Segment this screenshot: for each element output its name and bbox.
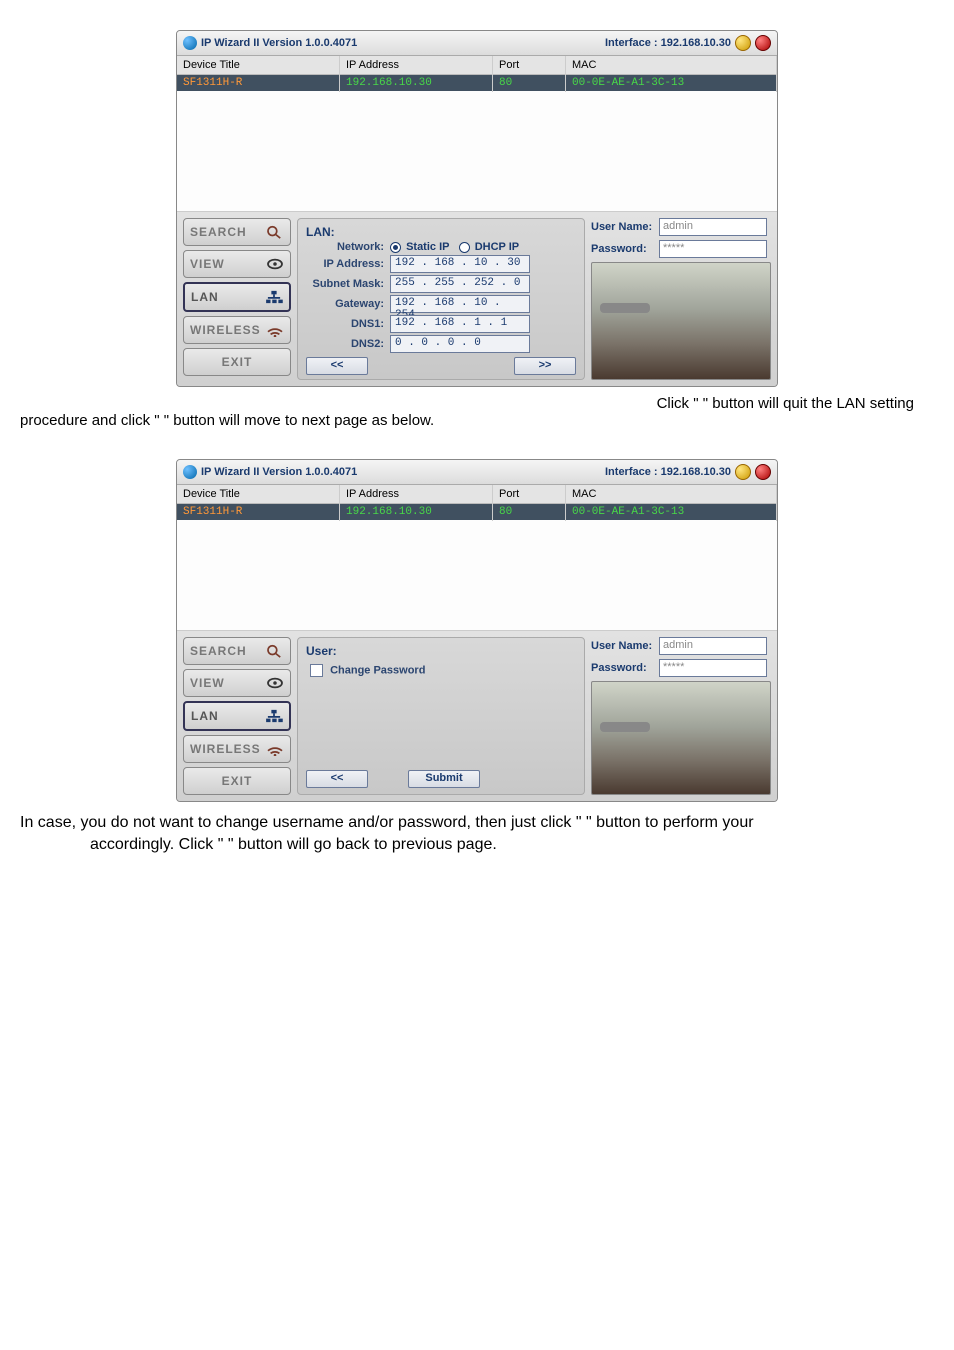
cell-ip: 192.168.10.30 — [340, 74, 493, 92]
lan-settings-panel: LAN: Network: Static IP DHCP IP IP Addre… — [297, 218, 585, 380]
password-label: Password: — [591, 662, 659, 674]
static-ip-label: Static IP — [406, 241, 449, 253]
username-label: User Name: — [591, 640, 659, 652]
col-port: Port — [493, 485, 566, 503]
minimize-icon[interactable] — [735, 464, 751, 480]
dns1-label: DNS1: — [306, 318, 390, 330]
camera-preview — [591, 681, 771, 795]
col-port: Port — [493, 56, 566, 74]
cell-title: SF1311H-R — [177, 503, 340, 521]
close-icon[interactable] — [755, 464, 771, 480]
col-mac: MAC — [566, 56, 777, 74]
cell-port: 80 — [493, 503, 566, 521]
lan-button[interactable]: LAN — [183, 282, 291, 312]
app-title: IP Wizard II Version 1.0.0.4071 — [201, 37, 357, 49]
interface-label: Interface : 192.168.10.30 — [605, 37, 731, 49]
search-button[interactable]: SEARCH — [183, 637, 291, 665]
wireless-button[interactable]: WIRELESS — [183, 735, 291, 763]
device-table-header: Device Title IP Address Port MAC — [177, 485, 777, 504]
view-button[interactable]: VIEW — [183, 669, 291, 697]
titlebar: IP Wizard II Version 1.0.0.4071 Interfac… — [177, 31, 777, 56]
footer-paragraph: In case, you do not want to change usern… — [20, 812, 914, 857]
col-device-title: Device Title — [177, 485, 340, 503]
device-table-header: Device Title IP Address Port MAC — [177, 56, 777, 75]
lan-button[interactable]: LAN — [183, 701, 291, 731]
subnet-mask-input[interactable]: 255 . 255 . 252 . 0 — [390, 275, 530, 293]
interface-label: Interface : 192.168.10.30 — [605, 466, 731, 478]
ip-address-input[interactable]: 192 . 168 . 10 . 30 — [390, 255, 530, 273]
wizard-window-user: IP Wizard II Version 1.0.0.4071 Interfac… — [176, 459, 778, 802]
minimize-icon[interactable] — [735, 35, 751, 51]
between-line-1: Click " " button will quit the LAN setti… — [20, 395, 914, 412]
next-button[interactable]: >> — [514, 357, 576, 375]
nav-column: SEARCH VIEW LAN — [183, 218, 291, 380]
nav-column: SEARCH VIEW LAN — [183, 637, 291, 795]
exit-button[interactable]: EXIT — [183, 348, 291, 376]
gateway-input[interactable]: 192 . 168 . 10 . 254 — [390, 295, 530, 313]
lan-heading: LAN: — [306, 225, 576, 239]
static-ip-radio[interactable] — [390, 242, 401, 253]
dhcp-ip-label: DHCP IP — [475, 241, 519, 253]
wizard-window-lan: IP Wizard II Version 1.0.0.4071 Interfac… — [176, 30, 778, 387]
col-ip: IP Address — [340, 485, 493, 503]
credentials-panel: User Name: admin Password: ***** — [591, 637, 771, 795]
prev-button[interactable]: << — [306, 357, 368, 375]
dns1-input[interactable]: 192 . 168 . 1 . 1 — [390, 315, 530, 333]
network-label: Network: — [306, 241, 390, 253]
magnifier-icon — [266, 644, 284, 658]
username-input[interactable]: admin — [659, 637, 767, 655]
footer-line-2: accordingly. Click " " button will go ba… — [20, 834, 914, 856]
cell-port: 80 — [493, 74, 566, 92]
device-list-empty — [177, 91, 777, 212]
cell-ip: 192.168.10.30 — [340, 503, 493, 521]
camera-preview — [591, 262, 771, 380]
device-list-empty — [177, 520, 777, 631]
submit-button[interactable]: Submit — [408, 770, 480, 788]
subnet-mask-label: Subnet Mask: — [306, 278, 390, 290]
device-row[interactable]: SF1311H-R 192.168.10.30 80 00-0E-AE-A1-3… — [177, 504, 777, 520]
view-button[interactable]: VIEW — [183, 250, 291, 278]
footer-line-1: In case, you do not want to change usern… — [20, 812, 914, 834]
change-password-label: Change Password — [330, 664, 425, 676]
dns2-input[interactable]: 0 . 0 . 0 . 0 — [390, 335, 530, 353]
wifi-icon — [266, 323, 284, 337]
dns2-label: DNS2: — [306, 338, 390, 350]
network-icon — [265, 709, 283, 723]
gateway-label: Gateway: — [306, 298, 390, 310]
wireless-button[interactable]: WIRELESS — [183, 316, 291, 344]
app-icon — [183, 465, 197, 479]
col-mac: MAC — [566, 485, 777, 503]
exit-button[interactable]: EXIT — [183, 767, 291, 795]
app-icon — [183, 36, 197, 50]
eye-icon — [266, 257, 284, 271]
network-icon — [265, 290, 283, 304]
dhcp-ip-radio[interactable] — [459, 242, 470, 253]
app-title: IP Wizard II Version 1.0.0.4071 — [201, 466, 357, 478]
wifi-icon — [266, 742, 284, 756]
user-heading: User: — [306, 644, 576, 658]
cell-mac: 00-0E-AE-A1-3C-13 — [566, 74, 777, 92]
search-button[interactable]: SEARCH — [183, 218, 291, 246]
user-settings-panel: User: Change Password << Submit — [297, 637, 585, 795]
username-label: User Name: — [591, 221, 659, 233]
password-input[interactable]: ***** — [659, 240, 767, 258]
col-device-title: Device Title — [177, 56, 340, 74]
cell-mac: 00-0E-AE-A1-3C-13 — [566, 503, 777, 521]
cell-title: SF1311H-R — [177, 74, 340, 92]
prev-button[interactable]: << — [306, 770, 368, 788]
ip-address-label: IP Address: — [306, 258, 390, 270]
username-input[interactable]: admin — [659, 218, 767, 236]
password-label: Password: — [591, 243, 659, 255]
between-paragraph: Click " " button will quit the LAN setti… — [20, 395, 934, 429]
magnifier-icon — [266, 225, 284, 239]
between-line-2: procedure and click " " button will move… — [20, 412, 934, 429]
titlebar: IP Wizard II Version 1.0.0.4071 Interfac… — [177, 460, 777, 485]
close-icon[interactable] — [755, 35, 771, 51]
eye-icon — [266, 676, 284, 690]
change-password-checkbox[interactable] — [310, 664, 323, 677]
password-input[interactable]: ***** — [659, 659, 767, 677]
device-row[interactable]: SF1311H-R 192.168.10.30 80 00-0E-AE-A1-3… — [177, 75, 777, 91]
credentials-panel: User Name: admin Password: ***** — [591, 218, 771, 380]
col-ip: IP Address — [340, 56, 493, 74]
